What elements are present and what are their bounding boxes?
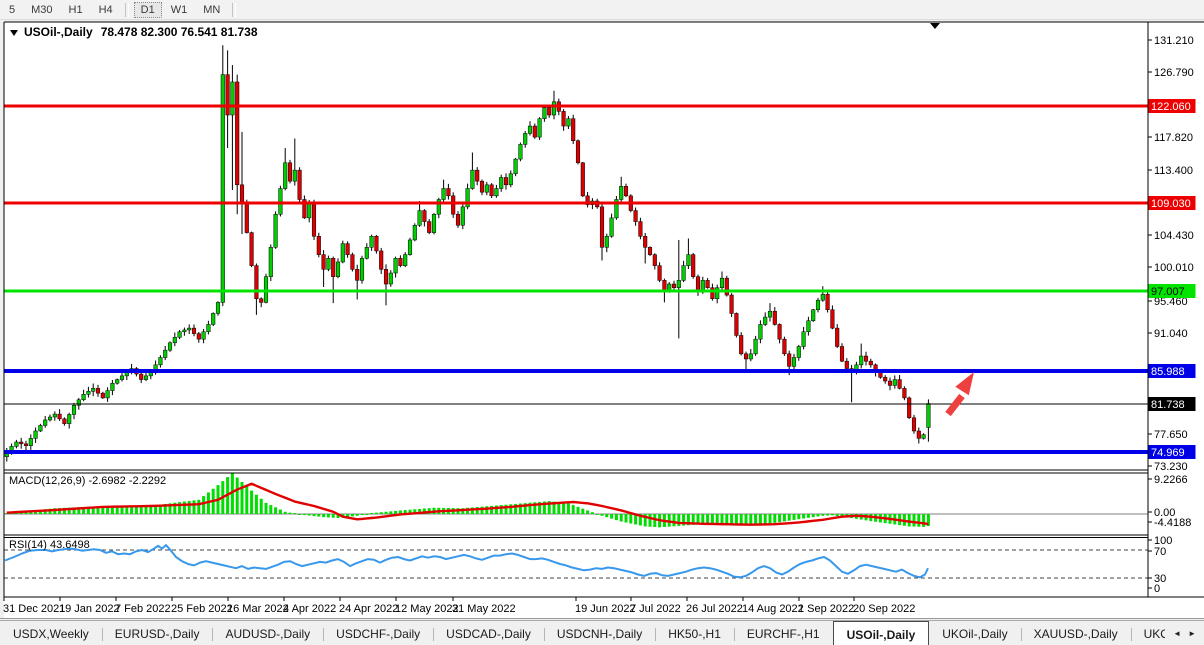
price-axis-label: 126.790 [1154, 67, 1194, 79]
date-axis-label: 31 May 2022 [452, 603, 516, 615]
symbol-tab[interactable]: USOil-,Daily [833, 621, 930, 645]
trading-terminal: 5M30H1H4D1W1MN 131.210126.790117.820113.… [0, 0, 1204, 645]
symbol-tab[interactable]: USDX,Weekly [0, 623, 102, 645]
symbol-tab[interactable]: EURCHF-,H1 [734, 623, 833, 645]
price-axis-label: 100.010 [1154, 262, 1194, 274]
date-axis-label: 7 Jul 2022 [630, 603, 681, 615]
macd-axis-label: -4.4188 [1154, 517, 1191, 529]
price-axis-label: 91.040 [1154, 328, 1188, 340]
symbol-tab[interactable]: UKOil-,Da [1131, 623, 1166, 645]
price-badge-label: 81.738 [1151, 399, 1185, 411]
price-axis-label: 77.650 [1154, 429, 1188, 441]
chart-ohlc-values: 78.478 82.300 76.541 81.738 [101, 25, 258, 39]
rsi-axis-label: 0 [1154, 583, 1160, 595]
symbol-tab[interactable]: HK50-,H1 [655, 623, 734, 645]
symbol-tabbar: USDX,WeeklyEURUSD-,DailyAUDUSD-,DailyUSD… [0, 620, 1204, 645]
symbol-tab[interactable]: USDCNH-,Daily [544, 623, 655, 645]
price-axis-label: 104.430 [1154, 230, 1194, 242]
macd-axis-label: 9.2266 [1154, 474, 1188, 486]
price-axis-label: 131.210 [1154, 35, 1194, 47]
symbol-tab[interactable]: EURUSD-,Daily [102, 623, 213, 645]
date-axis-label: 19 Jan 2022 [59, 603, 120, 615]
rsi-axis-label: 70 [1154, 546, 1166, 558]
symbol-tab[interactable]: USDCHF-,Daily [323, 623, 433, 645]
chart-symbol-label: USOil-,Daily [24, 25, 93, 39]
chart-background [4, 22, 1204, 618]
price-badge-label: 74.969 [1151, 447, 1185, 459]
price-axis-label: 73.230 [1154, 461, 1188, 473]
date-axis-label: 1 Sep 2022 [798, 603, 854, 615]
price-axis-label: 113.400 [1154, 165, 1193, 177]
price-badge-label: 109.030 [1151, 198, 1191, 210]
date-axis-label: 26 Jul 2022 [686, 603, 743, 615]
tab-scroll-arrows: ◄ ► [1165, 621, 1204, 645]
date-axis-label: 20 Sep 2022 [853, 603, 915, 615]
date-axis-label: 24 Apr 2022 [339, 603, 398, 615]
date-axis-label: 16 Mar 2022 [227, 603, 289, 615]
chart-canvas[interactable]: 131.210 126.790 117.820 113.400 104.430 100.0… [0, 0, 1204, 645]
symbol-tab[interactable]: UKOil-,Daily [929, 623, 1020, 645]
symbol-tabs: USDX,WeeklyEURUSD-,DailyAUDUSD-,DailyUSD… [0, 621, 1165, 645]
rsi-indicator-label: RSI(14) 43.6498 [9, 539, 90, 551]
date-axis-label: 4 Apr 2022 [283, 603, 336, 615]
price-axis-label: 117.820 [1154, 132, 1193, 144]
date-axis-label: 19 Jun 2022 [575, 603, 636, 615]
date-axis-label: 7 Feb 2022 [115, 603, 171, 615]
price-badge-label: 122.060 [1151, 101, 1191, 113]
symbol-tab[interactable]: USDCAD-,Daily [433, 623, 544, 645]
price-badge-label: 85.988 [1151, 366, 1185, 378]
tab-scroll-left-icon[interactable]: ◄ [1173, 629, 1181, 638]
price-badge-label: 97.007 [1151, 286, 1185, 298]
tab-scroll-right-icon[interactable]: ► [1188, 629, 1196, 638]
symbol-tab[interactable]: AUDUSD-,Daily [212, 623, 323, 645]
symbol-tab[interactable]: XAUUSD-,Daily [1021, 623, 1131, 645]
date-axis-label: 14 Aug 2022 [742, 603, 804, 615]
macd-indicator-label: MACD(12,26,9) -2.6982 -2.2292 [9, 475, 166, 487]
symbol-dropdown-icon[interactable] [10, 30, 18, 36]
date-axis-label: 12 May 2022 [395, 603, 459, 615]
date-axis-label: 31 Dec 2021 [3, 603, 65, 615]
chart-title: USOil-,Daily 78.478 82.300 76.541 81.738 [10, 25, 258, 39]
date-axis-label: 25 Feb 2022 [171, 603, 233, 615]
